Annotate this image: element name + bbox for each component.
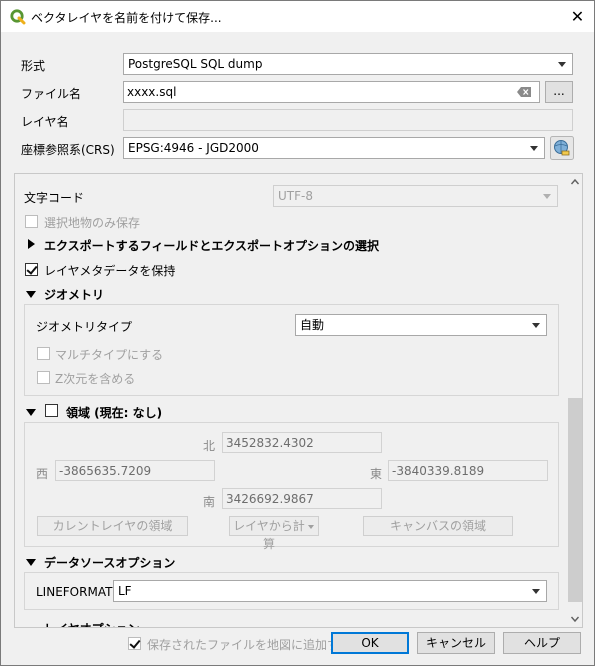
- window-title: ベクタレイヤを名前を付けて保存...: [31, 11, 222, 25]
- west-input[interactable]: -3865635.7209: [55, 460, 215, 481]
- geometry-type-select[interactable]: 自動: [295, 314, 547, 336]
- include-z-checkbox[interactable]: [37, 371, 50, 384]
- geometry-type-label: ジオメトリタイプ: [36, 320, 133, 334]
- format-label: 形式: [21, 59, 46, 73]
- add-to-map-checkbox[interactable]: [128, 637, 141, 650]
- west-label: 西: [36, 467, 49, 481]
- add-to-map-label: 保存されたファイルを地図に追加する: [147, 638, 352, 652]
- calc-from-layer-button[interactable]: レイヤから計算: [229, 516, 319, 551]
- scrollbar-thumb[interactable]: [568, 398, 582, 602]
- east-input[interactable]: -3840339.8189: [388, 460, 548, 481]
- ok-button[interactable]: OK: [331, 632, 409, 654]
- east-label: 東: [370, 467, 383, 481]
- chevron-down-icon: [543, 194, 551, 199]
- help-button[interactable]: ヘルプ: [503, 632, 581, 654]
- calc-from-layer-label: レイヤから計算: [233, 519, 305, 551]
- crs-select-button[interactable]: [550, 136, 574, 160]
- encoding-value: UTF-8: [278, 189, 313, 203]
- datasource-group: LINEFORMAT LF: [24, 572, 559, 610]
- scroll-up-icon[interactable]: [567, 174, 582, 190]
- canvas-extent-button[interactable]: キャンバスの領域: [363, 516, 513, 536]
- lineformat-label: LINEFORMAT: [36, 585, 113, 599]
- geometry-type-value: 自動: [300, 318, 325, 332]
- filename-input[interactable]: xxxx.sql: [123, 81, 540, 103]
- multi-type-checkbox[interactable]: [37, 347, 50, 360]
- collapse-down-icon[interactable]: [26, 409, 36, 416]
- south-input[interactable]: 3426692.9867: [222, 488, 382, 509]
- chevron-down-icon: [532, 589, 540, 594]
- collapse-down-icon[interactable]: [26, 627, 36, 628]
- dialog-footer: 保存されたファイルを地図に追加する OK キャンセル ヘルプ: [1, 629, 594, 665]
- expand-right-icon[interactable]: [28, 239, 35, 249]
- close-icon[interactable]: ✕: [561, 1, 594, 32]
- extent-checkbox[interactable]: [45, 404, 58, 417]
- chevron-down-icon: [532, 323, 540, 328]
- keep-metadata-checkbox[interactable]: [25, 263, 38, 276]
- chevron-down-icon: [308, 525, 314, 529]
- filename-value: xxxx.sql: [127, 85, 177, 99]
- extent-header[interactable]: 領域 (現在: なし): [66, 404, 162, 421]
- collapse-down-icon[interactable]: [26, 291, 36, 298]
- export-fields-header[interactable]: エクスポートするフィールドとエクスポートオプションの選択: [44, 237, 379, 254]
- save-vector-layer-dialog: ベクタレイヤを名前を付けて保存... ✕ 形式 PostgreSQL SQL d…: [0, 0, 595, 666]
- selected-only-label: 選択地物のみ保存: [44, 216, 141, 230]
- browse-button[interactable]: ...: [545, 81, 573, 103]
- clear-icon[interactable]: [517, 87, 531, 97]
- format-value: PostgreSQL SQL dump: [128, 57, 263, 71]
- south-label: 南: [203, 495, 216, 509]
- keep-metadata-label: レイヤメタデータを保持: [44, 264, 176, 278]
- crs-label: 座標参照系(CRS): [21, 143, 115, 157]
- collapse-down-icon[interactable]: [26, 559, 36, 566]
- north-label: 北: [203, 439, 216, 453]
- north-input[interactable]: 3452832.4302: [222, 432, 382, 453]
- lineformat-value: LF: [118, 584, 132, 598]
- extent-group: 北 3452832.4302 西 -3865635.7209 東 -384033…: [24, 422, 559, 551]
- format-select[interactable]: PostgreSQL SQL dump: [123, 53, 573, 75]
- scroll-down-icon[interactable]: [567, 611, 582, 627]
- qgis-icon: [10, 9, 26, 25]
- cancel-button[interactable]: キャンセル: [417, 632, 495, 654]
- current-layer-extent-button[interactable]: カレントレイヤの領域: [37, 516, 188, 536]
- selected-only-checkbox[interactable]: [25, 215, 38, 228]
- encoding-select[interactable]: UTF-8: [273, 185, 558, 207]
- options-scroll-area[interactable]: 文字コード UTF-8 選択地物のみ保存 エクスポートするフィールドとエクスポー…: [14, 173, 583, 628]
- chevron-down-icon: [558, 62, 566, 67]
- options-content: 文字コード UTF-8 選択地物のみ保存 エクスポートするフィールドとエクスポー…: [15, 174, 567, 628]
- chevron-down-icon: [530, 146, 538, 151]
- title-bar: ベクタレイヤを名前を付けて保存... ✕: [1, 1, 594, 32]
- encoding-label: 文字コード: [24, 191, 85, 205]
- geometry-header[interactable]: ジオメトリ: [44, 286, 104, 303]
- geometry-group: ジオメトリタイプ 自動 マルチタイプにする Z次元を含める: [24, 304, 559, 396]
- datasource-header[interactable]: データソースオプション: [44, 554, 175, 571]
- layer-options-header[interactable]: レイヤオプション: [44, 620, 140, 627]
- layer-name-input[interactable]: [123, 109, 573, 131]
- crs-select[interactable]: EPSG:4946 - JGD2000: [123, 137, 545, 159]
- layer-name-label: レイヤ名: [21, 115, 69, 129]
- filename-label: ファイル名: [21, 87, 82, 101]
- lineformat-select[interactable]: LF: [113, 580, 547, 602]
- crs-value: EPSG:4946 - JGD2000: [128, 141, 259, 155]
- include-z-label: Z次元を含める: [55, 372, 136, 386]
- vertical-scrollbar[interactable]: [567, 174, 582, 627]
- multi-type-label: マルチタイプにする: [55, 348, 164, 362]
